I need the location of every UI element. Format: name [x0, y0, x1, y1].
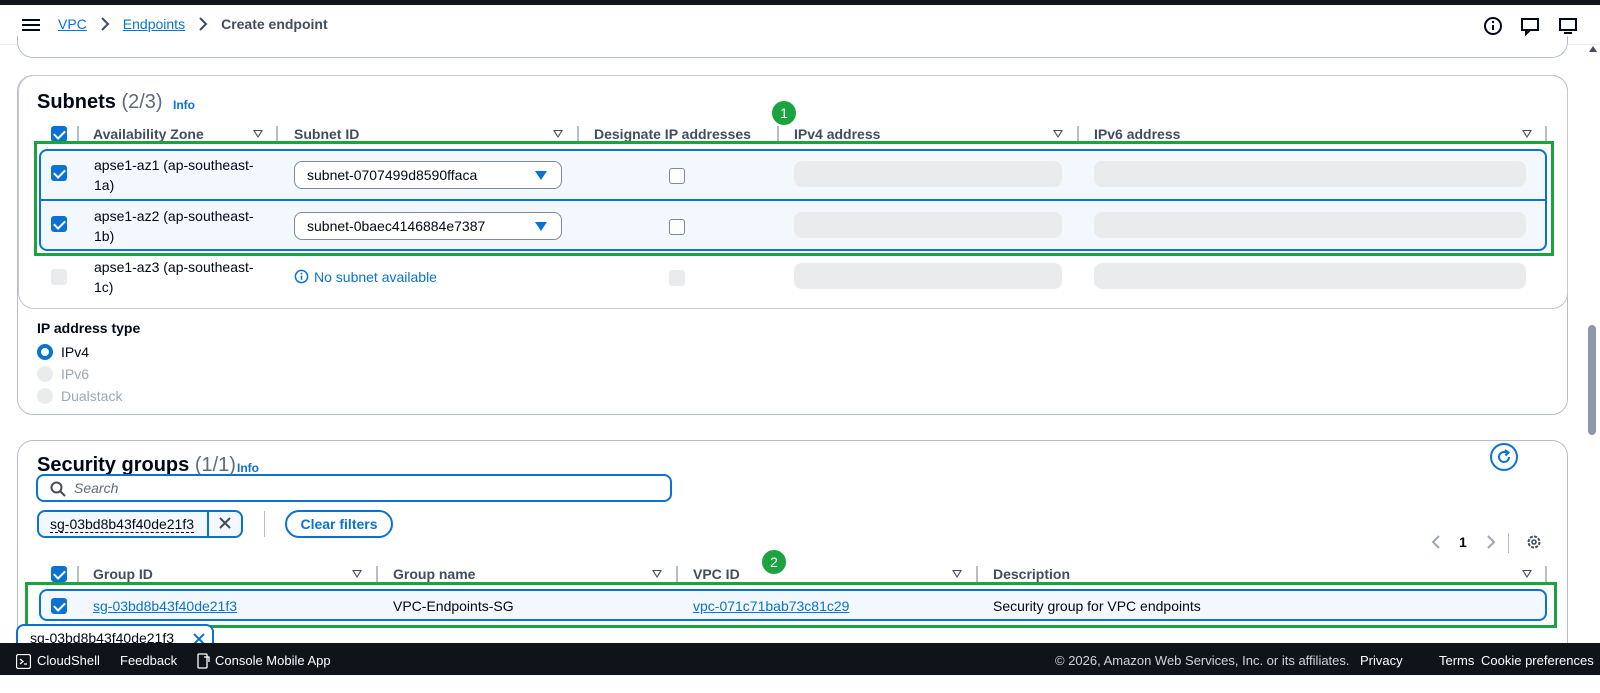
radio-ipv6-label: IPv6: [61, 366, 90, 382]
designate-ip-checkbox-az3: [669, 270, 685, 286]
security-group-search-input[interactable]: Search: [36, 474, 672, 502]
breadcrumb-endpoints[interactable]: Endpoints: [123, 16, 185, 32]
footer-feedback-link[interactable]: Feedback: [120, 653, 177, 668]
col-header-group-name[interactable]: Group name: [393, 566, 475, 582]
breadcrumb: VPC Endpoints Create endpoint: [58, 16, 328, 32]
info-icon: [294, 269, 309, 284]
column-separator: [676, 566, 678, 582]
footer-terms-link[interactable]: Terms: [1439, 653, 1474, 668]
annotation-box-2: [25, 582, 1557, 628]
column-separator: [77, 566, 79, 582]
chevron-left-icon[interactable]: [1430, 534, 1442, 550]
annotation-box-1: [34, 141, 1554, 256]
ipv4-address-field: [794, 263, 1062, 289]
screen-share-icon[interactable]: [1558, 16, 1578, 36]
footer: CloudShell Feedback Console Mobile App ©…: [0, 643, 1600, 693]
chevron-right-icon: [199, 17, 208, 31]
select-all-subnets-checkbox[interactable]: [51, 126, 67, 142]
search-placeholder: Search: [74, 480, 119, 496]
refresh-button[interactable]: [1490, 443, 1518, 471]
sort-vpc-id-icon[interactable]: [952, 570, 962, 578]
sort-az-icon[interactable]: [253, 130, 263, 138]
col-header-ipv4[interactable]: IPv4 address: [794, 126, 880, 142]
column-separator: [1545, 566, 1547, 582]
sort-subnet-id-icon[interactable]: [553, 130, 563, 138]
mobile-app-icon[interactable]: [197, 653, 210, 669]
sort-ipv4-icon[interactable]: [1053, 130, 1063, 138]
pagination-divider: [1508, 533, 1509, 553]
col-header-ipv6[interactable]: IPv6 address: [1094, 126, 1180, 142]
filter-divider: [264, 511, 265, 537]
sort-group-name-icon[interactable]: [652, 570, 662, 578]
page-number[interactable]: 1: [1459, 532, 1467, 552]
col-header-az[interactable]: Availability Zone: [93, 126, 204, 142]
sort-description-icon[interactable]: [1522, 570, 1532, 578]
az-cell: apse1-az3 (ap-southeast- 1c): [94, 259, 254, 295]
column-separator: [976, 566, 978, 582]
radio-ipv4-label: IPv4: [61, 344, 90, 360]
taskbar-strip: [0, 675, 1600, 693]
close-icon: [219, 517, 231, 529]
gear-icon[interactable]: [1526, 534, 1542, 550]
subnets-info-link[interactable]: Info: [173, 98, 195, 112]
ip-address-type-label: IP address type: [37, 320, 141, 336]
column-separator: [1077, 126, 1079, 142]
column-separator: [77, 126, 79, 142]
filter-token-label[interactable]: sg-03bd8b43f40de21f3: [50, 516, 195, 533]
footer-mobile-app-link[interactable]: Console Mobile App: [215, 653, 331, 668]
menu-icon[interactable]: [22, 17, 40, 33]
col-header-designate: Designate IP addresses: [594, 126, 751, 142]
scroll-up-icon[interactable]: [1589, 46, 1597, 52]
column-separator: [777, 126, 779, 142]
security-groups-info-link[interactable]: Info: [237, 461, 259, 475]
footer-cookie-preferences-link[interactable]: Cookie preferences: [1481, 653, 1594, 668]
clear-filters-button[interactable]: Clear filters: [285, 510, 393, 538]
row-checkbox-az3: [51, 269, 67, 285]
scrollbar-thumb[interactable]: [1588, 325, 1596, 435]
annotation-badge-2: 2: [762, 550, 786, 574]
breadcrumb-vpc[interactable]: VPC: [58, 16, 87, 32]
breadcrumb-current: Create endpoint: [221, 16, 328, 32]
select-all-security-groups-checkbox[interactable]: [51, 566, 67, 582]
info-icon[interactable]: [1483, 16, 1503, 36]
chevron-right-icon[interactable]: [1485, 534, 1497, 550]
footer-copyright: © 2026, Amazon Web Services, Inc. or its…: [1055, 653, 1350, 668]
cloudshell-icon[interactable]: [16, 654, 31, 669]
footer-privacy-link[interactable]: Privacy: [1360, 653, 1403, 668]
radio-ipv6: [37, 366, 53, 382]
no-subnet-status: No subnet available: [294, 267, 437, 287]
feedback-icon[interactable]: [1520, 16, 1540, 36]
chevron-right-icon: [101, 17, 110, 31]
col-header-description[interactable]: Description: [993, 566, 1070, 582]
sort-ipv6-icon[interactable]: [1522, 130, 1532, 138]
radio-dualstack: [37, 388, 53, 404]
column-separator: [276, 126, 278, 142]
refresh-icon: [1498, 449, 1511, 463]
subnets-title: Subnets (2/3): [37, 91, 163, 113]
radio-ipv4[interactable]: [37, 344, 53, 360]
filter-token: sg-03bd8b43f40de21f3: [37, 510, 243, 538]
column-separator: [376, 566, 378, 582]
radio-dualstack-label: Dualstack: [61, 388, 123, 404]
ipv6-address-field: [1094, 263, 1526, 289]
search-icon: [50, 481, 66, 497]
column-separator: [1545, 126, 1547, 142]
footer-cloudshell-link[interactable]: CloudShell: [37, 653, 100, 668]
sort-group-id-icon[interactable]: [352, 570, 362, 578]
col-header-vpc-id[interactable]: VPC ID: [693, 566, 740, 582]
remove-filter-button[interactable]: [207, 512, 241, 536]
col-header-group-id[interactable]: Group ID: [93, 566, 153, 582]
column-separator: [577, 126, 579, 142]
annotation-badge-1: 1: [772, 101, 796, 125]
previous-panel-edge: [17, 36, 1568, 58]
col-header-subnet-id[interactable]: Subnet ID: [294, 126, 359, 142]
